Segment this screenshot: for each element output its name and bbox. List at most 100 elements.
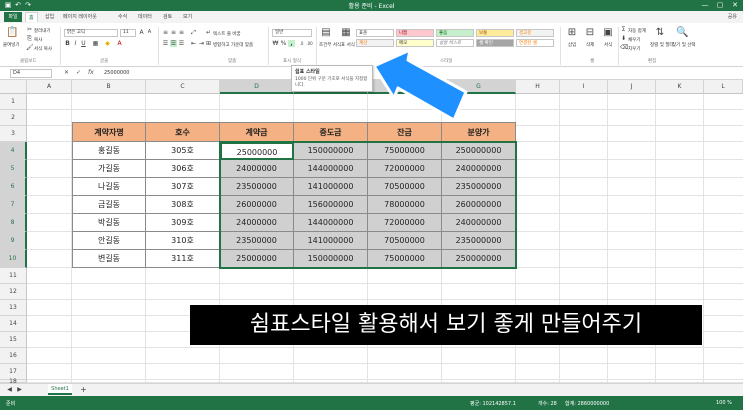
format-painter-button[interactable]: 서식 복사 <box>34 46 52 52</box>
select-all-corner[interactable] <box>0 80 27 94</box>
align-top-icon[interactable]: ≡ <box>162 29 169 36</box>
table-cell[interactable]: 144000000 <box>294 160 368 178</box>
minimize-button[interactable]: — <box>698 0 712 11</box>
wrap-text-button[interactable]: 텍스트 줄 바꿈 <box>213 31 241 37</box>
merge-center-icon[interactable]: ⊞ <box>205 40 212 47</box>
table-cell[interactable]: 가길동 <box>72 160 146 178</box>
align-right-icon[interactable]: ☰ <box>178 40 185 47</box>
align-bottom-icon[interactable]: ≡ <box>178 29 185 36</box>
borders-icon[interactable]: ▦ <box>92 40 99 47</box>
decrease-indent-icon[interactable]: ⇤ <box>190 40 197 47</box>
table-cell[interactable]: 235000000 <box>442 178 516 196</box>
col-header-c[interactable]: C <box>146 80 220 94</box>
fill-icon[interactable]: ⬇ <box>620 35 627 42</box>
table-cell[interactable]: 25000000 <box>220 250 294 268</box>
row-header-7[interactable]: 7 <box>0 196 27 214</box>
merge-center-button[interactable]: 병합하고 가운데 맞춤 <box>213 42 253 48</box>
table-cell[interactable]: 변길동 <box>72 250 146 268</box>
tab-formulas[interactable]: 수식 <box>115 12 130 22</box>
style-bad[interactable]: 나쁨 <box>396 29 434 37</box>
row-header-13[interactable]: 13 <box>0 300 27 316</box>
row-header-15[interactable]: 15 <box>0 332 27 348</box>
table-cell[interactable]: 308호 <box>146 196 220 214</box>
format-cells-icon[interactable]: ▣ <box>602 27 614 39</box>
row-header-12[interactable]: 12 <box>0 284 27 300</box>
format-cells-button[interactable]: 서식 <box>604 42 612 48</box>
restore-button[interactable]: ▢ <box>713 0 727 11</box>
table-cell[interactable]: 311호 <box>146 250 220 268</box>
table-cell[interactable]: 250000000 <box>442 142 516 160</box>
align-center-icon[interactable]: ☰ <box>170 40 177 47</box>
table-cell[interactable]: 나길동 <box>72 178 146 196</box>
row-header-11[interactable]: 11 <box>0 268 27 284</box>
align-left-icon[interactable]: ☰ <box>162 40 169 47</box>
table-cell[interactable]: 156000000 <box>294 196 368 214</box>
conditional-format-icon[interactable]: ▤ <box>320 27 332 39</box>
style-explain[interactable]: 설명 텍스트 <box>436 39 474 47</box>
style-check[interactable]: 메모 <box>396 39 434 47</box>
table-cell[interactable]: 24000000 <box>220 214 294 232</box>
style-neutral[interactable]: 보통 <box>476 29 514 37</box>
table-cell[interactable]: 75000000 <box>368 142 442 160</box>
table-cell[interactable]: 250000000 <box>442 250 516 268</box>
font-color-icon[interactable]: A <box>116 40 123 47</box>
style-warning[interactable]: 경고문 <box>516 29 554 37</box>
col-header-b[interactable]: B <box>72 80 146 94</box>
row-header-10[interactable]: 10 <box>0 250 27 268</box>
conditional-format-button[interactable]: 조건부 서식 <box>319 42 341 48</box>
table-format-button[interactable]: 표 서식 <box>341 42 355 48</box>
row-header-1[interactable]: 1 <box>0 94 27 110</box>
grow-font-icon[interactable]: A <box>138 29 145 36</box>
cancel-icon[interactable]: ✕ <box>64 69 69 76</box>
accounting-format-icon[interactable]: ₩ <box>272 40 279 47</box>
increase-decimal-icon[interactable]: .0 <box>298 40 305 47</box>
insert-cells-button[interactable]: 삽입 <box>568 42 576 48</box>
table-cell[interactable]: 240000000 <box>442 160 516 178</box>
row-header-4[interactable]: 4 <box>0 142 27 160</box>
orientation-icon[interactable]: ⤢ <box>190 29 197 36</box>
row-header-3[interactable]: 3 <box>0 126 27 142</box>
style-linked-cell[interactable]: 연결된 셀 <box>516 39 554 47</box>
scroll-right-icon[interactable]: ▶ <box>16 386 23 393</box>
table-cell[interactable]: 307호 <box>146 178 220 196</box>
col-header-a[interactable]: A <box>27 80 72 94</box>
find-select-button[interactable]: 찾기 및 선택 <box>672 42 696 48</box>
table-cell[interactable]: 26000000 <box>220 196 294 214</box>
table-cell[interactable]: 금길동 <box>72 196 146 214</box>
italic-icon[interactable]: I <box>72 40 79 47</box>
table-header-cell[interactable]: 계약자명 <box>72 122 146 142</box>
active-cell[interactable]: 25000000 <box>220 142 294 160</box>
comma-style-icon[interactable]: , <box>288 40 295 47</box>
scroll-left-icon[interactable]: ◀ <box>6 386 13 393</box>
tab-file[interactable]: 파일 <box>4 12 22 22</box>
row-header-16[interactable]: 16 <box>0 348 27 364</box>
col-header-j[interactable]: J <box>608 80 656 94</box>
table-header-cell[interactable]: 계약금 <box>220 122 294 142</box>
cut-icon[interactable]: ✂ <box>26 26 33 33</box>
clear-button[interactable]: 지우기 <box>628 46 640 52</box>
tab-page-layout[interactable]: 페이지 레이아웃 <box>60 12 100 22</box>
table-cell[interactable]: 24000000 <box>220 160 294 178</box>
table-cell[interactable]: 홍길동 <box>72 142 146 160</box>
table-cell[interactable]: 23500000 <box>220 232 294 250</box>
delete-cells-button[interactable]: 삭제 <box>586 42 594 48</box>
table-cell[interactable]: 박길동 <box>72 214 146 232</box>
col-header-h[interactable]: H <box>516 80 560 94</box>
paste-button-label[interactable]: 붙여넣기 <box>3 42 20 48</box>
table-cell[interactable]: 310호 <box>146 232 220 250</box>
insert-cells-icon[interactable]: ⊞ <box>566 27 578 39</box>
table-header-cell[interactable]: 호수 <box>146 122 220 142</box>
align-middle-icon[interactable]: ≡ <box>170 29 177 36</box>
table-cell[interactable]: 141000000 <box>294 178 368 196</box>
style-linked[interactable]: 셀 확인 <box>476 39 514 47</box>
underline-icon[interactable]: U <box>80 40 87 47</box>
formula-input[interactable]: 25000000 <box>104 70 129 76</box>
confirm-icon[interactable]: ✓ <box>76 69 81 76</box>
table-cell[interactable]: 72000000 <box>368 160 442 178</box>
tab-view[interactable]: 보기 <box>180 12 195 22</box>
paste-icon[interactable]: 📋 <box>6 27 18 39</box>
table-cell[interactable]: 78000000 <box>368 196 442 214</box>
name-box[interactable]: D4 <box>10 69 52 78</box>
find-select-icon[interactable]: 🔍 <box>676 27 688 39</box>
table-cell[interactable]: 150000000 <box>294 250 368 268</box>
